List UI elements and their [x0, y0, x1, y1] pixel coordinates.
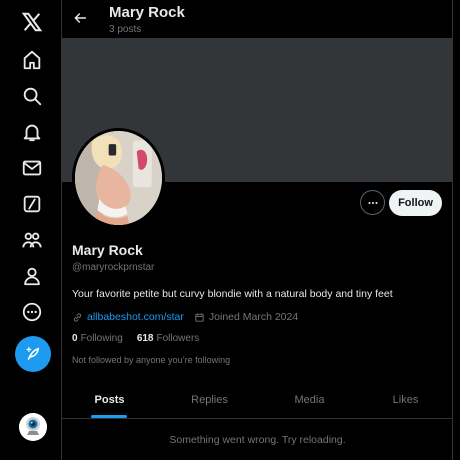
- grok-icon[interactable]: [15, 187, 49, 221]
- ellipsis-icon: [367, 201, 378, 204]
- tab-media[interactable]: Media: [262, 381, 357, 419]
- profile-icon[interactable]: [15, 259, 49, 293]
- profile-handle: @maryrockprnstar: [72, 262, 155, 273]
- following-count: 0: [72, 333, 78, 344]
- calendar-icon: [195, 312, 204, 322]
- link-icon: [73, 312, 82, 322]
- communities-icon[interactable]: [15, 223, 49, 257]
- followers-label: Followers: [156, 333, 200, 344]
- active-tab-indicator: [91, 415, 127, 418]
- tab-likes[interactable]: Likes: [358, 381, 452, 419]
- followed-by-note: Not followed by anyone you’re following: [72, 355, 231, 365]
- feed-error-message: Something went wrong. Try reloading.: [169, 434, 346, 446]
- more-options-button[interactable]: [360, 190, 385, 215]
- profile-website-link[interactable]: allbabeshot.com/star: [87, 311, 184, 323]
- profile-bio: Your favorite petite but curvy blondie w…: [72, 288, 393, 300]
- header-title: Mary Rock: [109, 4, 185, 21]
- search-icon[interactable]: [15, 79, 49, 113]
- profile-header: Mary Rock 3 posts: [62, 0, 452, 38]
- account-avatar[interactable]: [19, 413, 47, 441]
- more-circle-icon[interactable]: [15, 295, 49, 329]
- home-icon[interactable]: [15, 43, 49, 77]
- compose-post-button[interactable]: [15, 336, 51, 372]
- feather-icon: [26, 347, 40, 360]
- mail-icon[interactable]: [15, 151, 49, 185]
- followers-link[interactable]: 618 Followers: [137, 333, 199, 344]
- sidebar-nav: [0, 0, 62, 460]
- arrow-left-icon: [74, 13, 87, 23]
- profile-column: Mary Rock 3 posts Follow Mary Rock @mary…: [62, 0, 453, 460]
- x-logo-icon[interactable]: [15, 5, 49, 39]
- profile-tabs: Posts Replies Media Likes: [62, 381, 452, 419]
- follow-button[interactable]: Follow: [389, 190, 442, 216]
- tab-posts[interactable]: Posts: [62, 381, 157, 419]
- following-link[interactable]: 0 Following: [72, 333, 123, 344]
- profile-meta: allbabeshot.com/star Joined March 2024: [72, 310, 298, 324]
- tab-replies[interactable]: Replies: [162, 381, 257, 419]
- post-count: 3 posts: [109, 24, 142, 35]
- followers-count: 618: [136, 333, 154, 344]
- profile-name: Mary Rock: [72, 242, 143, 258]
- follow-stats: 0 Following 618 Followers: [72, 333, 213, 344]
- bell-icon[interactable]: [15, 115, 49, 149]
- joined-date: Joined March 2024: [208, 311, 299, 323]
- following-label: Following: [80, 333, 123, 344]
- back-button[interactable]: [70, 8, 90, 28]
- profile-avatar[interactable]: [72, 128, 165, 228]
